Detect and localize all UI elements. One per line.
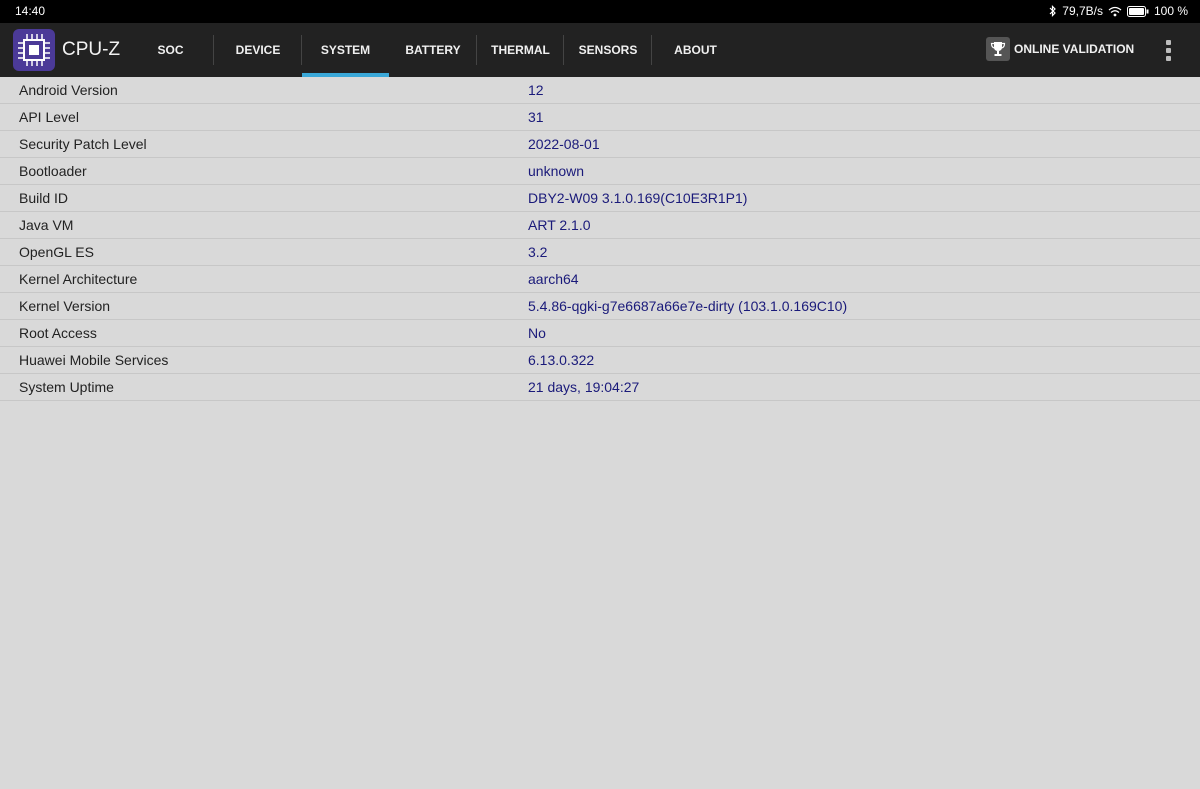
tab-about[interactable]: ABOUT	[652, 23, 739, 77]
info-label: Huawei Mobile Services	[19, 352, 169, 368]
info-row-build-id: Build ID DBY2-W09 3.1.0.169(C10E3R1P1)	[0, 185, 1200, 212]
app-title: CPU-Z	[62, 39, 121, 60]
info-value: 2022-08-01	[528, 136, 600, 152]
info-row-huawei-mobile-services: Huawei Mobile Services 6.13.0.322	[0, 347, 1200, 374]
tab-label: THERMAL	[491, 43, 550, 57]
clock: 14:40	[15, 4, 46, 18]
info-value: unknown	[528, 163, 585, 179]
online-validation-label: ONLINE VALIDATION	[1014, 42, 1135, 56]
info-value: No	[528, 325, 546, 341]
tab-label: SOC	[157, 43, 184, 57]
info-label: Build ID	[19, 190, 69, 206]
tab-label: DEVICE	[235, 43, 281, 57]
info-label: Kernel Architecture	[19, 271, 138, 287]
info-row-bootloader: Bootloader unknown	[0, 158, 1200, 185]
info-value: 3.2	[528, 244, 548, 260]
tab-battery[interactable]: BATTERY	[389, 23, 477, 77]
info-value: 21 days, 19:04:27	[528, 379, 640, 395]
info-row-java-vm: Java VM ART 2.1.0	[0, 212, 1200, 239]
info-value: 12	[528, 82, 544, 98]
info-row-api-level: API Level 31	[0, 104, 1200, 131]
info-row-kernel-architecture: Kernel Architecture aarch64	[0, 266, 1200, 293]
info-label: Bootloader	[19, 163, 87, 179]
battery-level: 100 %	[1153, 4, 1188, 18]
info-label: Root Access	[19, 325, 97, 341]
tab-label: ABOUT	[674, 43, 717, 57]
system-info-list: Android Version 12 API Level 31 Security…	[0, 77, 1200, 401]
tab-label: SENSORS	[578, 43, 638, 57]
cpu-chip-icon	[13, 29, 55, 71]
status-bar: 14:40 79,7B/s 100 %	[0, 0, 1200, 23]
tab-system[interactable]: SYSTEM	[302, 23, 389, 77]
info-label: Android Version	[19, 82, 118, 98]
wifi-icon	[1108, 6, 1122, 17]
info-value: aarch64	[528, 271, 579, 287]
tab-thermal[interactable]: THERMAL	[477, 23, 564, 77]
info-value: 31	[528, 109, 544, 125]
info-label: OpenGL ES	[19, 244, 94, 260]
tab-label: BATTERY	[405, 43, 461, 57]
info-value: DBY2-W09 3.1.0.169(C10E3R1P1)	[528, 190, 748, 206]
trophy-icon	[986, 37, 1010, 61]
info-label: Java VM	[19, 217, 74, 233]
tab-soc[interactable]: SOC	[127, 23, 214, 77]
online-validation-button[interactable]: ONLINE VALIDATION	[986, 37, 1134, 61]
bluetooth-icon	[1049, 5, 1057, 17]
info-row-root-access: Root Access No	[0, 320, 1200, 347]
network-speed: 79,7B/s	[1062, 4, 1103, 18]
info-row-security-patch-level: Security Patch Level 2022-08-01	[0, 131, 1200, 158]
status-icons: 79,7B/s 100 %	[1049, 4, 1188, 18]
tab-label: SYSTEM	[320, 43, 371, 57]
info-row-kernel-version: Kernel Version 5.4.86-qgki-g7e6687a66e7e…	[0, 293, 1200, 320]
info-label: Security Patch Level	[19, 136, 147, 152]
info-row-system-uptime: System Uptime 21 days, 19:04:27	[0, 374, 1200, 401]
more-vertical-icon[interactable]	[1159, 37, 1179, 63]
tab-sensors[interactable]: SENSORS	[564, 23, 652, 77]
info-row-opengl-es: OpenGL ES 3.2	[0, 239, 1200, 266]
info-label: API Level	[19, 109, 79, 125]
info-row-android-version: Android Version 12	[0, 77, 1200, 104]
info-label: System Uptime	[19, 379, 114, 395]
battery-icon	[1126, 5, 1149, 17]
info-value: 5.4.86-qgki-g7e6687a66e7e-dirty (103.1.0…	[528, 298, 848, 314]
tab-device[interactable]: DEVICE	[214, 23, 302, 77]
info-value: 6.13.0.322	[528, 352, 595, 368]
info-label: Kernel Version	[19, 298, 111, 314]
info-value: ART 2.1.0	[528, 217, 591, 233]
app-bar: CPU-Z SOC DEVICE SYSTEM BATTERY THERMAL …	[0, 23, 1200, 77]
